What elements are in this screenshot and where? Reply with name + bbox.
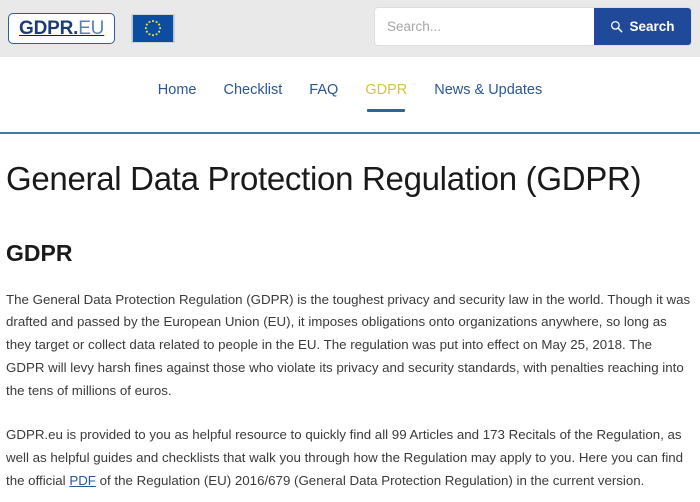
search-button[interactable]: Search [594,8,691,45]
main-content: General Data Protection Regulation (GDPR… [0,160,700,492]
paragraph-resource-text-after: of the Regulation (EU) 2016/679 (General… [96,473,644,488]
eu-flag-icon [131,14,175,43]
nav-divider [0,132,700,134]
page-title: General Data Protection Regulation (GDPR… [6,160,694,198]
nav-item-checklist[interactable]: Checklist [223,82,282,114]
nav-item-news-updates[interactable]: News & Updates [434,82,542,114]
paragraph-resource: GDPR.eu is provided to you as helpful re… [6,424,694,493]
logo-text-secondary: EU [78,19,104,38]
search-input[interactable] [375,8,594,45]
search-button-label: Search [629,19,674,34]
nav-item-home[interactable]: Home [158,82,197,114]
site-header: GDPR.EU Search [0,0,700,57]
nav-item-faq[interactable]: FAQ [309,82,338,114]
main-navigation: Home Checklist FAQ GDPR News & Updates [0,57,700,132]
logo-text-primary: GDPR. [19,19,78,38]
nav-item-gdpr[interactable]: GDPR [365,82,407,114]
pdf-link[interactable]: PDF [69,473,96,488]
section-title: GDPR [6,240,694,268]
paragraph-intro: The General Data Protection Regulation (… [6,289,694,403]
search-icon [610,20,623,33]
site-logo[interactable]: GDPR.EU [8,13,115,44]
search-bar: Search [374,7,692,46]
